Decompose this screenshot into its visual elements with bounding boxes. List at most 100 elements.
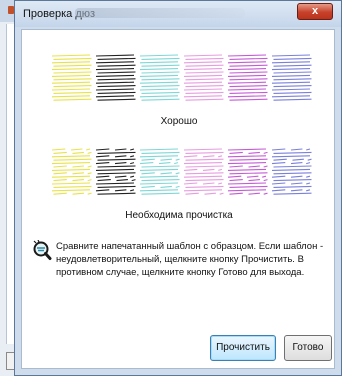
nozzle-line — [229, 91, 268, 94]
nozzle-line — [52, 61, 91, 64]
nozzle-line — [202, 168, 215, 171]
nozzle-line — [139, 61, 179, 64]
nozzle-line — [229, 158, 268, 161]
bad-pattern — [52, 146, 312, 202]
nozzle-line — [185, 192, 199, 195]
nozzle-line — [139, 148, 179, 151]
nozzle-line — [229, 85, 268, 88]
nozzle-line — [70, 148, 83, 151]
nozzle-line — [95, 162, 110, 165]
nozzle-line — [227, 81, 267, 84]
nozzle-line — [53, 165, 67, 168]
nozzle-line — [306, 148, 311, 151]
clean-button[interactable]: Прочистить — [210, 335, 276, 361]
nozzle-line — [202, 155, 215, 158]
nozzle-line — [97, 85, 136, 88]
nozzle-line — [130, 162, 135, 165]
nozzle-line — [52, 74, 91, 77]
nozzle-line — [97, 151, 136, 154]
nozzle-line — [72, 151, 84, 154]
pattern-block — [227, 54, 268, 101]
nozzle-line — [183, 155, 198, 158]
nozzle-line — [248, 165, 260, 168]
nozzle-line — [87, 151, 92, 154]
nozzle-line — [72, 165, 84, 168]
done-button[interactable]: Готово — [284, 335, 332, 361]
nozzle-line — [53, 91, 92, 94]
nozzle-check-dialog: Проверка дюз x Хорошо Необходима прочист… — [14, 0, 342, 376]
nozzle-line — [229, 179, 243, 182]
close-icon: x — [311, 5, 319, 17]
nozzle-line — [185, 165, 224, 168]
nozzle-line — [273, 158, 287, 161]
nozzle-line — [97, 57, 136, 60]
nozzle-line — [97, 158, 136, 161]
nozzle-line — [290, 162, 303, 165]
nozzle-line — [141, 158, 155, 161]
nozzle-line — [141, 64, 180, 67]
nozzle-line — [141, 57, 180, 60]
nozzle-line — [185, 78, 224, 81]
nozzle-line — [87, 172, 92, 175]
nozzle-line — [183, 162, 223, 165]
nozzle-line — [97, 172, 136, 175]
nozzle-line — [95, 95, 135, 98]
nozzle-line — [116, 179, 128, 182]
nozzle-line — [271, 95, 311, 98]
nozzle-line — [185, 158, 224, 161]
bad-pattern-graphic — [52, 148, 312, 195]
nozzle-line — [271, 68, 311, 71]
dialog-content: Хорошо Необходима прочистка Сравните нап… — [21, 29, 335, 369]
pattern-block — [183, 54, 224, 101]
nozzle-line — [227, 95, 267, 98]
nozzle-line — [219, 192, 224, 195]
nozzle-line — [52, 162, 91, 165]
nozzle-line — [229, 98, 268, 101]
nozzle-line — [273, 91, 312, 94]
close-button[interactable]: x — [297, 3, 333, 20]
nozzle-line — [273, 185, 312, 188]
nozzle-line — [227, 54, 267, 57]
nozzle-line — [141, 192, 180, 195]
nozzle-line — [185, 64, 224, 67]
nozzle-line — [53, 172, 67, 175]
nozzle-line — [53, 98, 92, 101]
nozzle-line — [139, 182, 179, 185]
nozzle-line — [183, 74, 223, 77]
nozzle-line — [273, 98, 312, 101]
title-bar[interactable]: Проверка дюз x — [15, 1, 341, 27]
nozzle-line — [227, 74, 267, 77]
nozzle-line — [52, 54, 91, 57]
nozzle-line — [139, 155, 179, 158]
nozzle-line — [183, 148, 223, 151]
nozzle-line — [53, 158, 92, 161]
nozzle-line — [139, 175, 179, 178]
pattern-block — [271, 148, 312, 195]
nozzle-line — [52, 175, 91, 178]
nozzle-line — [185, 179, 224, 182]
nozzle-line — [248, 179, 260, 182]
nozzle-line — [139, 88, 179, 91]
nozzle-line — [227, 175, 242, 178]
nozzle-line — [53, 192, 67, 195]
pattern-block — [271, 54, 312, 101]
nozzle-line — [53, 64, 92, 67]
nozzle-line — [139, 81, 179, 84]
instruction-text: Сравните напечатанный шаблон с образцом.… — [56, 241, 324, 278]
nozzle-line — [246, 175, 259, 178]
nozzle-line — [52, 189, 91, 192]
pattern-block — [139, 148, 180, 195]
nozzle-line — [97, 78, 136, 81]
nozzle-line — [95, 148, 110, 151]
nozzle-line — [306, 175, 311, 178]
nozzle-line — [53, 57, 92, 60]
nozzle-line — [114, 155, 127, 158]
pattern-block — [95, 148, 136, 195]
nozzle-line — [248, 192, 260, 195]
nozzle-line — [52, 182, 91, 185]
nozzle-line — [229, 192, 243, 195]
nozzle-line — [227, 155, 267, 158]
nozzle-line — [273, 78, 312, 81]
nozzle-line — [218, 182, 223, 185]
nozzle-line — [271, 81, 311, 84]
